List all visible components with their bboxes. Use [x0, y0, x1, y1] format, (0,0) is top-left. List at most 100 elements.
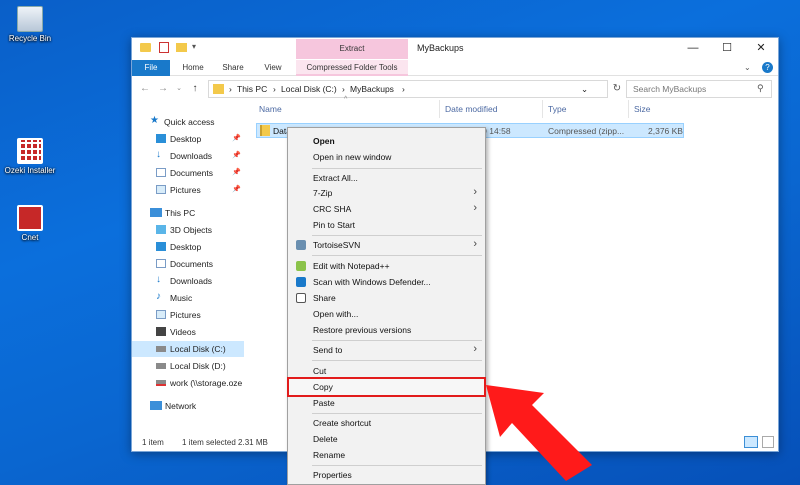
drive-icon [156, 363, 166, 369]
ribbon-expand-icon[interactable]: ⌄ [744, 63, 751, 72]
column-header-name[interactable]: Name [259, 104, 282, 114]
forward-arrow-icon[interactable]: → [156, 82, 170, 96]
menu-item-delete[interactable]: Delete [288, 431, 485, 447]
menu-label: Pin to Start [313, 220, 356, 230]
nav-this-pc[interactable]: This PC [132, 205, 244, 221]
menu-item-open-new-window[interactable]: Open in new window [288, 149, 485, 165]
minimize-button[interactable]: — [676, 38, 710, 58]
menu-label: Edit with Notepad++ [313, 261, 390, 271]
menu-item-create-shortcut[interactable]: Create shortcut [288, 415, 485, 431]
close-button[interactable]: ✕ [744, 38, 778, 58]
nav-pictures[interactable]: Pictures [132, 307, 244, 323]
nav-network-drive[interactable]: work (\\storage.oze [132, 375, 244, 391]
back-arrow-icon[interactable]: ← [138, 82, 152, 96]
desktop-icon-cnet[interactable]: Cnet [0, 205, 60, 242]
properties-icon[interactable] [159, 42, 169, 53]
menu-item-tortoisesvn[interactable]: TortoiseSVN › [288, 237, 485, 253]
nav-quick-pictures[interactable]: Pictures 📌 [132, 182, 244, 198]
column-header-date[interactable]: Date modified [445, 104, 497, 114]
menu-item-copy[interactable]: Copy [287, 377, 486, 397]
nav-label: Documents [170, 168, 213, 178]
breadcrumb-separator: › [229, 84, 232, 94]
contextual-tab-label: Extract [339, 44, 365, 53]
nav-quick-desktop[interactable]: Desktop 📌 [132, 131, 244, 147]
up-arrow-icon[interactable]: ↑ [188, 82, 202, 96]
menu-item-restore-versions[interactable]: Restore previous versions [288, 322, 485, 338]
nav-videos[interactable]: Videos [132, 324, 244, 340]
menu-label: Scan with Windows Defender... [313, 277, 431, 287]
menu-item-open[interactable]: Open [288, 133, 485, 149]
nav-desktop[interactable]: Desktop [132, 239, 244, 255]
menu-item-crc-sha[interactable]: CRC SHA › [288, 201, 485, 217]
address-bar-row: ← → ⌄ ↑ › This PC › Local Disk (C:) › My… [132, 78, 778, 100]
nav-local-disk-d[interactable]: Local Disk (D:) [132, 358, 244, 374]
breadcrumb-mybackups[interactable]: MyBackups [350, 84, 394, 94]
quick-access-dropdown-icon[interactable]: ▾ [192, 42, 196, 51]
nav-label: Pictures [170, 310, 201, 320]
menu-item-cut[interactable]: Cut [288, 363, 485, 379]
pin-icon: 📌 [232, 135, 241, 142]
desktop-icon-label: Ozeki Installer [4, 166, 56, 175]
menu-item-rename[interactable]: Rename [288, 447, 485, 463]
new-folder-icon[interactable] [176, 43, 187, 52]
breadcrumb-separator: › [273, 84, 276, 94]
nav-downloads[interactable]: ↓ Downloads [132, 273, 244, 289]
menu-label: Open with... [313, 309, 359, 319]
nav-label: Network [165, 401, 197, 411]
menu-item-paste[interactable]: Paste [288, 395, 485, 411]
menu-separator [312, 235, 482, 236]
details-view-icon[interactable] [744, 436, 758, 448]
menu-item-open-with[interactable]: Open with... [288, 306, 485, 322]
nav-label: Desktop [170, 242, 202, 252]
desktop-icon-recycle-bin[interactable]: Recycle Bin [0, 6, 60, 43]
submenu-arrow-icon: › [473, 343, 477, 355]
nav-label: Local Disk (C:) [170, 344, 226, 354]
large-icons-view-icon[interactable] [762, 436, 774, 448]
maximize-button[interactable]: ☐ [710, 38, 744, 58]
menu-item-share[interactable]: Share [288, 290, 485, 306]
submenu-arrow-icon: › [473, 238, 477, 250]
tab-view[interactable]: View [256, 60, 290, 76]
nav-music[interactable]: ♪ Music [132, 290, 244, 306]
search-placeholder: Search MyBackups [633, 84, 707, 94]
column-divider [439, 100, 440, 118]
search-input[interactable]: Search MyBackups ⚲ [626, 80, 772, 98]
menu-separator [312, 340, 482, 341]
pictures-icon [156, 310, 166, 319]
tab-share[interactable]: Share [216, 60, 250, 76]
column-header-type[interactable]: Type [548, 104, 566, 114]
navigation-pane: ★ Quick access Desktop 📌 ↓ Downloads 📌 D… [132, 102, 244, 432]
nav-quick-documents[interactable]: Documents 📌 [132, 165, 244, 181]
menu-item-extract-all[interactable]: Extract All... [288, 170, 485, 186]
menu-item-7zip[interactable]: 7-Zip › [288, 185, 485, 201]
tab-compressed-folder-tools[interactable]: Compressed Folder Tools [296, 60, 408, 76]
menu-item-properties[interactable]: Properties [288, 467, 485, 483]
breadcrumb-this-pc[interactable]: This PC [237, 84, 267, 94]
computer-icon [150, 208, 162, 217]
nav-network[interactable]: Network [132, 398, 244, 414]
menu-item-send-to[interactable]: Send to › [288, 342, 485, 358]
pin-icon: 📌 [232, 152, 241, 159]
nav-3d-objects[interactable]: 3D Objects [132, 222, 244, 238]
desktop-icon-ozeki-installer[interactable]: Ozeki Installer [0, 138, 60, 175]
nav-quick-downloads[interactable]: ↓ Downloads 📌 [132, 148, 244, 164]
menu-label: Delete [313, 434, 338, 444]
address-dropdown-icon[interactable]: ⌄ [581, 84, 588, 95]
menu-item-pin-to-start[interactable]: Pin to Start [288, 217, 485, 233]
tab-file[interactable]: File [132, 60, 170, 76]
nav-documents[interactable]: Documents [132, 256, 244, 272]
breadcrumb-local-disk-c[interactable]: Local Disk (C:) [281, 84, 337, 94]
nav-label: Downloads [170, 151, 213, 161]
pictures-icon [156, 185, 166, 194]
tab-home[interactable]: Home [176, 60, 210, 76]
column-header-size[interactable]: Size [634, 104, 651, 114]
nav-local-disk-c[interactable]: Local Disk (C:) [132, 341, 244, 357]
recent-locations-icon[interactable]: ⌄ [172, 82, 186, 96]
help-icon[interactable]: ? [762, 62, 773, 73]
nav-quick-access[interactable]: ★ Quick access [132, 114, 244, 130]
menu-item-scan-defender[interactable]: Scan with Windows Defender... [288, 274, 485, 290]
menu-label: Share [313, 293, 336, 303]
address-box[interactable]: › This PC › Local Disk (C:) › MyBackups … [208, 80, 608, 98]
refresh-icon[interactable]: ↻ [610, 82, 624, 96]
menu-item-edit-notepadpp[interactable]: Edit with Notepad++ [288, 258, 485, 274]
